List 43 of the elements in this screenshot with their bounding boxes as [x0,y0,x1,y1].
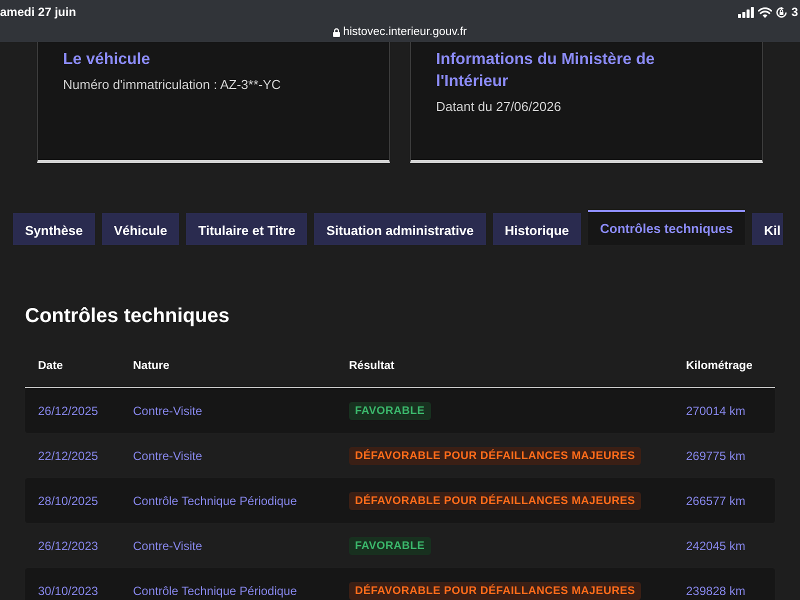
date-text: 30/10/2023 [38,584,98,598]
wifi-icon [758,6,772,18]
mileage-text: 269775 km [686,448,746,462]
mileage-text: 266577 km [686,494,746,508]
result-badge: FAVORABLE [349,402,431,420]
tab[interactable]: Situation administrative [314,213,486,245]
card-text: Datant du 27/06/2026 [436,99,562,114]
status-date: amedi 27 juin [0,5,76,19]
tab[interactable]: Kil [752,213,783,245]
result-badge: FAVORABLE [349,537,431,555]
status-text: 3 [791,5,799,19]
tab[interactable]: Contrôles techniques [588,210,745,245]
mileage-text: 270014 km [686,404,746,418]
column-header: Date [38,360,64,372]
tab[interactable]: Véhicule [102,213,180,245]
tab[interactable]: Synthèse [13,213,95,245]
date-text: 26/12/2025 [38,404,98,418]
card-title: Informations du Ministère de l'Intérieur [436,50,656,92]
column-header: Nature [133,360,170,372]
date-text: 26/12/2023 [38,538,98,552]
result-badge: DÉFAVORABLE POUR DÉFAILLANCES MAJEURES [349,447,642,465]
lock-icon [333,28,340,36]
mileage-text: 242045 km [686,538,746,552]
date-text: 22/12/2025 [38,448,98,462]
column-header: Résultat [349,360,396,372]
inspection-type: Contre-Visite [133,538,202,552]
inspection-type: Contrôle Technique Périodique [133,584,297,598]
inspection-type: Contre-Visite [133,448,202,462]
tab[interactable]: Historique [492,213,582,245]
circular-arrow-icon [776,6,788,18]
result-badge: DÉFAVORABLE POUR DÉFAILLANCES MAJEURES [349,492,642,510]
tab[interactable]: Titulaire et Titre [186,213,308,245]
card-title: Le véhicule [63,50,152,70]
section-title: Contrôles techniques [25,304,230,329]
url-text[interactable]: histovec.interieur.gouv.fr [343,26,467,38]
result-badge: DÉFAVORABLE POUR DÉFAILLANCES MAJEURES [349,582,642,600]
inspection-type: Contrôle Technique Périodique [133,494,297,508]
card-text: Numéro d'immatriculation : AZ-3**-YC [63,77,282,92]
date-text: 28/10/2025 [38,494,98,508]
signal-icon [738,6,754,18]
column-header: Kilométrage [686,360,754,372]
mileage-text: 239828 km [686,584,746,598]
inspection-type: Contre-Visite [133,404,202,418]
